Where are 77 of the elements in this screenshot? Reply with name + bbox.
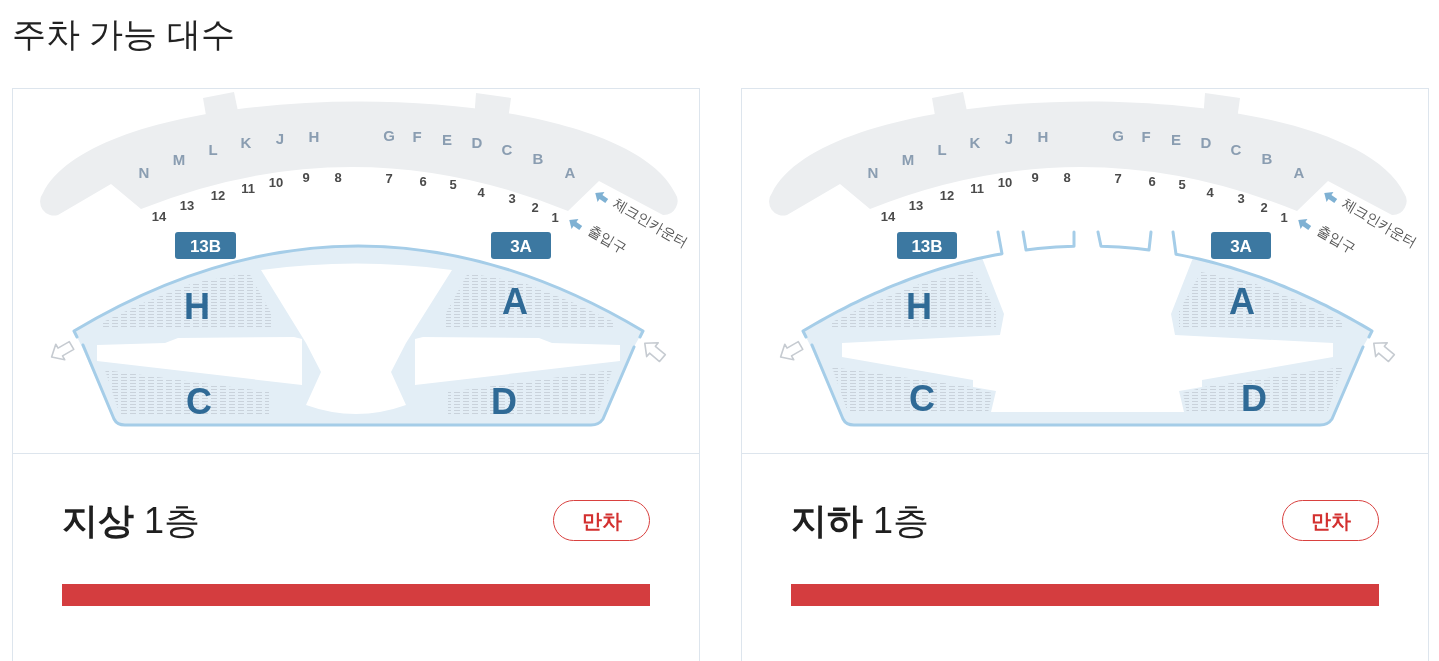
counter-label: K (969, 133, 981, 151)
door-number: 12 (939, 187, 955, 203)
door-number: 7 (385, 170, 393, 186)
door-number: 10 (268, 174, 284, 190)
counter-label: B (1261, 149, 1273, 167)
door-number: 4 (1206, 184, 1214, 200)
door-number: 5 (1178, 176, 1186, 192)
outline-arrow-icon (644, 342, 667, 363)
counter-label: H (1037, 127, 1049, 145)
counter-label: C (1230, 140, 1242, 158)
door-number: 14 (880, 208, 896, 224)
outline-arrow-icon (1373, 342, 1396, 363)
door-number: 11 (970, 180, 984, 196)
zone-label: C (186, 380, 212, 422)
counter-label: K (240, 133, 252, 151)
counter-label: E (1171, 130, 1181, 148)
gate-badge: 13B (175, 232, 236, 259)
gate-badge: 3A (1211, 232, 1271, 259)
counter-label: A (564, 163, 576, 181)
counter-label: A (1293, 163, 1305, 181)
door-number: 4 (477, 184, 485, 200)
door-number: 5 (449, 176, 457, 192)
counter-label: E (442, 130, 452, 148)
door-number: 8 (1063, 169, 1071, 185)
door-number: 10 (997, 174, 1013, 190)
door-number: 3 (1237, 190, 1245, 206)
counter-label: J (275, 129, 285, 147)
outline-arrow-icon (50, 340, 75, 361)
counter-label: D (471, 133, 483, 151)
arrow-icon (595, 192, 609, 204)
counter-label: M (172, 150, 186, 168)
zone-label: A (502, 280, 528, 322)
door-number: 3 (508, 190, 516, 206)
counter-label: C (501, 140, 513, 158)
door-number: 12 (210, 187, 226, 203)
door-number: 13 (908, 197, 924, 213)
zone-label: H (906, 285, 932, 327)
arrow-icon (569, 219, 583, 231)
counter-label: D (1200, 133, 1212, 151)
door-number: 7 (1114, 170, 1122, 186)
counter-label: H (308, 127, 320, 145)
zone-label: D (491, 380, 517, 422)
counter-label: G (383, 126, 395, 144)
zone-label: A (1229, 280, 1255, 322)
gate-badge: 13B (897, 232, 957, 259)
counter-label: M (901, 150, 915, 168)
counter-label: L (937, 140, 947, 158)
counter-label: N (867, 163, 879, 181)
gate-badge: 3A (491, 232, 551, 259)
counter-label: F (412, 127, 422, 145)
floor-name: 지하 1층 (791, 500, 930, 541)
door-number: 8 (334, 169, 342, 185)
door-number: 2 (1260, 199, 1268, 215)
door-number: 6 (1148, 173, 1156, 189)
arrow-icon (1298, 219, 1312, 231)
arrow-icon (1324, 192, 1338, 204)
door-number: 1 (1280, 209, 1288, 225)
page-title: 주차 가능 대수 (12, 14, 236, 55)
door-number: 9 (1031, 169, 1039, 185)
counter-label: G (1112, 126, 1124, 144)
zone-label: H (184, 285, 210, 327)
door-number: 13 (179, 197, 195, 213)
counter-label: F (1141, 127, 1151, 145)
outline-arrow-icon (779, 340, 804, 361)
door-number: 9 (302, 169, 310, 185)
counter-label: B (532, 149, 544, 167)
door-number: 6 (419, 173, 427, 189)
counter-label: N (138, 163, 150, 181)
floor-name: 지상 1층 (62, 500, 201, 541)
counter-label: J (1004, 129, 1014, 147)
zone-label: D (1241, 377, 1267, 419)
door-number: 11 (241, 180, 255, 196)
door-number: 2 (531, 199, 539, 215)
zone-label: C (909, 377, 935, 419)
counter-label: L (208, 140, 218, 158)
door-number: 1 (551, 209, 559, 225)
door-number: 14 (151, 208, 167, 224)
